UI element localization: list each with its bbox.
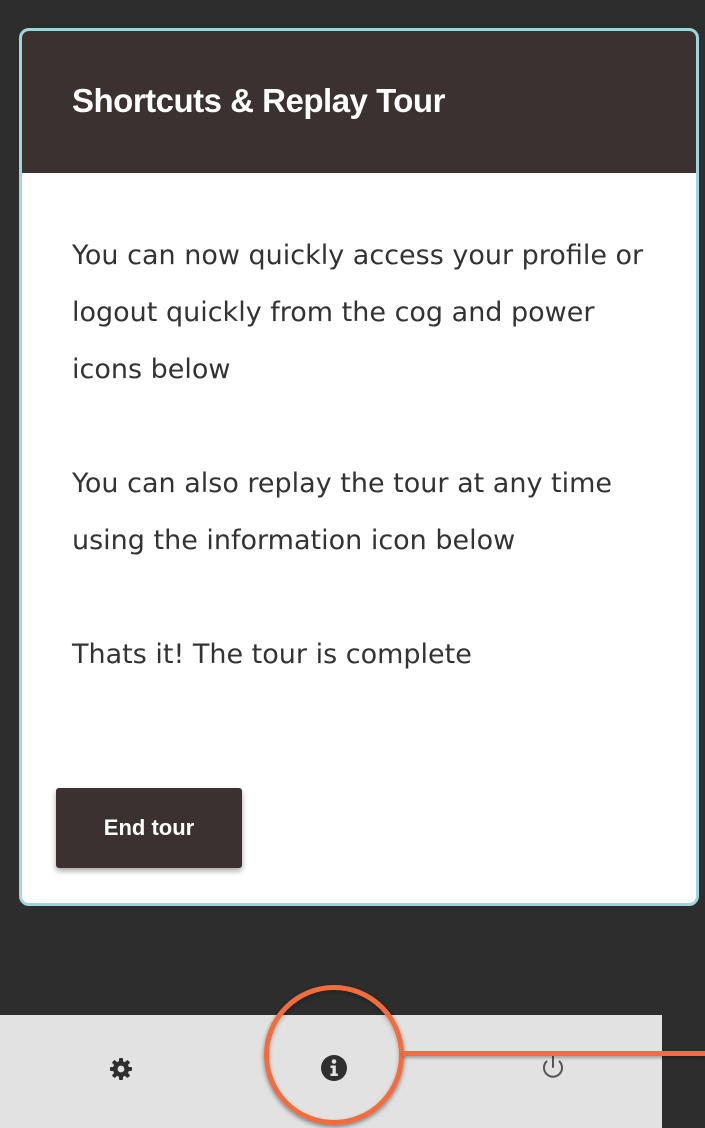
cog-icon[interactable] (109, 1057, 133, 1081)
info-icon-highlight-ring (264, 985, 404, 1125)
end-tour-button[interactable]: End tour (56, 788, 242, 868)
popover-paragraph: Thats it! The tour is complete (72, 639, 472, 670)
callout-pointer-line (403, 1051, 705, 1056)
tour-popover: Shortcuts & Replay Tour You can now quic… (19, 28, 699, 906)
popover-paragraph: You can now quickly access your profile … (72, 240, 644, 385)
power-icon[interactable] (538, 1052, 568, 1082)
popover-title: Shortcuts & Replay Tour (72, 82, 445, 119)
popover-header: Shortcuts & Replay Tour (22, 31, 696, 173)
popover-paragraph: You can also replay the tour at any time… (72, 468, 613, 556)
popover-arrow (314, 872, 366, 899)
popover-body: You can now quickly access your profile … (72, 227, 672, 683)
